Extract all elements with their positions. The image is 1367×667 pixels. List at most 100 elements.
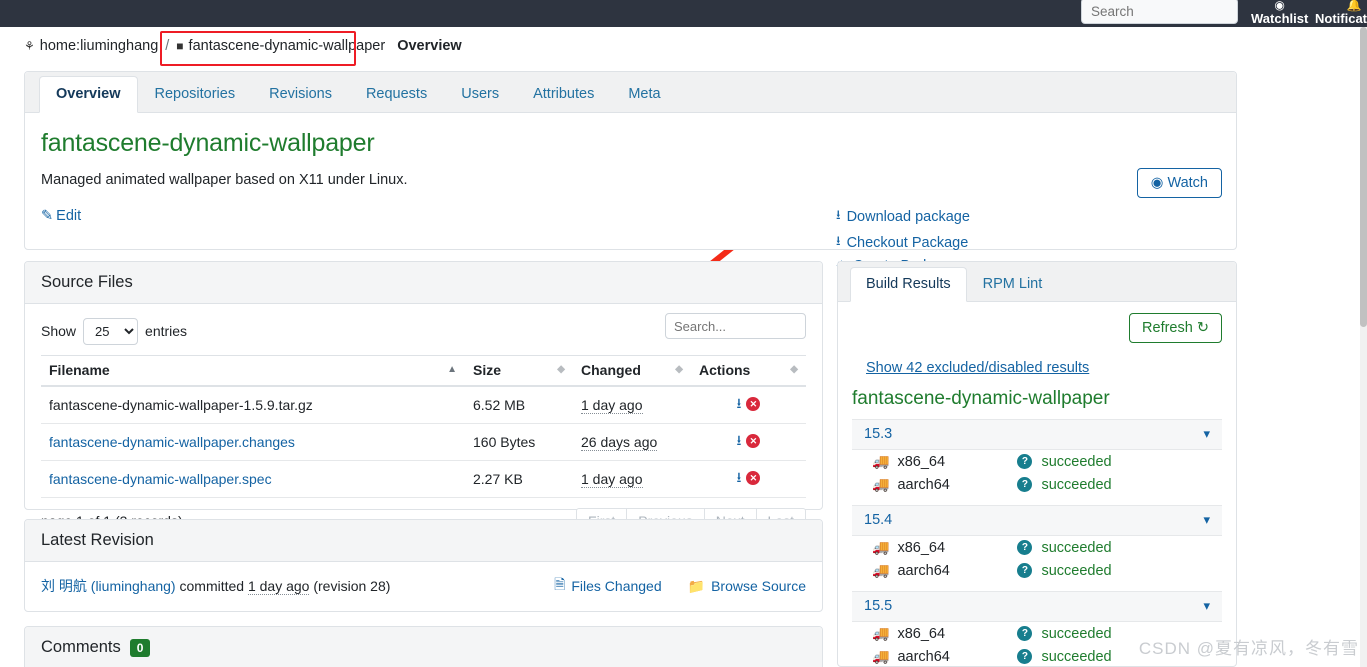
folder-icon: 📁 bbox=[687, 577, 706, 594]
tab-revisions[interactable]: Revisions bbox=[252, 76, 349, 113]
tab-build-results[interactable]: Build Results bbox=[850, 267, 967, 302]
delete-icon[interactable]: ✕ bbox=[746, 434, 761, 448]
arch-label: aarch64 bbox=[897, 648, 950, 665]
repository-name: 15.4 bbox=[864, 512, 893, 528]
eye-icon: ◉ bbox=[1150, 175, 1164, 191]
build-row[interactable]: 🚚 x86_64 ? succeeded bbox=[852, 450, 1222, 473]
download-icon: ⭳ bbox=[836, 207, 841, 222]
show-excluded-results-link[interactable]: Show 42 excluded/disabled results bbox=[866, 360, 1222, 376]
edit-link[interactable]: ✎ Edit bbox=[41, 208, 81, 224]
page-title: fantascene-dynamic-wallpaper bbox=[41, 129, 375, 157]
refresh-button[interactable]: Refresh ↻ bbox=[1129, 313, 1222, 343]
edit-label: Edit bbox=[56, 208, 82, 224]
committed-word: committed bbox=[179, 578, 245, 594]
chevron-down-icon: ▾ bbox=[1203, 426, 1210, 441]
tab-requests[interactable]: Requests bbox=[349, 76, 444, 113]
arch-label: aarch64 bbox=[897, 476, 950, 493]
filename-link[interactable]: fantascene-dynamic-wallpaper.spec bbox=[49, 471, 272, 487]
question-circle-icon[interactable]: ? bbox=[1017, 649, 1033, 664]
column-label: Size bbox=[473, 362, 502, 378]
watch-label: Watch bbox=[1167, 175, 1208, 191]
repository-header-15-3[interactable]: 15.3 ▾ bbox=[852, 419, 1222, 450]
column-header-filename[interactable]: Filename ▲ bbox=[41, 355, 465, 387]
column-header-actions[interactable]: Actions ◆ bbox=[691, 355, 806, 387]
source-files-search-input[interactable] bbox=[665, 313, 806, 339]
sort-arrow-icon: ◆ bbox=[790, 364, 798, 375]
question-circle-icon[interactable]: ? bbox=[1017, 563, 1033, 578]
revision-summary: 刘 明航 (liuminghang) committed 1 day ago (… bbox=[41, 576, 390, 596]
files-changed-link[interactable]: 🗎 Files Changed bbox=[554, 574, 662, 598]
column-label: Actions bbox=[699, 362, 751, 378]
tab-meta[interactable]: Meta bbox=[611, 76, 677, 113]
tab-rpm-lint[interactable]: RPM Lint bbox=[967, 267, 1059, 302]
cell-filename: fantascene-dynamic-wallpaper.changes bbox=[41, 423, 465, 461]
build-results-tabs: Build Results RPM Lint bbox=[838, 262, 1236, 302]
tab-attributes[interactable]: Attributes bbox=[516, 76, 611, 113]
build-row[interactable]: 🚚 aarch64 ? succeeded bbox=[852, 559, 1222, 582]
table-row: fantascene-dynamic-wallpaper.spec 2.27 K… bbox=[41, 460, 806, 498]
revision-author-link[interactable]: 刘 明航 (liuminghang) bbox=[41, 578, 176, 594]
delete-icon[interactable]: ✕ bbox=[746, 471, 761, 485]
build-status: succeeded bbox=[1041, 625, 1112, 642]
page-size-select[interactable]: 25 50 100 bbox=[83, 317, 139, 345]
browse-source-link[interactable]: 📁 Browse Source bbox=[688, 574, 806, 598]
cell-actions: ⭳ ✕ bbox=[691, 386, 806, 424]
watch-button[interactable]: ◉ Watch bbox=[1136, 168, 1222, 198]
question-circle-icon[interactable]: ? bbox=[1017, 477, 1033, 492]
breadcrumb-project-link[interactable]: home:liuminghang bbox=[40, 38, 159, 54]
filename-text: fantascene-dynamic-wallpaper-1.5.9.tar.g… bbox=[49, 397, 313, 413]
navbar-notifications-link[interactable]: 🔔 Notifications bbox=[1315, 0, 1367, 25]
download-package-label: Download package bbox=[846, 209, 970, 225]
scrollbar-thumb[interactable] bbox=[1360, 27, 1367, 327]
download-icon[interactable]: ⭳ bbox=[737, 432, 742, 448]
repository-header-15-5[interactable]: 15.5 ▾ bbox=[852, 591, 1222, 622]
latest-revision-card: Latest Revision 刘 明航 (liuminghang) commi… bbox=[24, 519, 823, 612]
breadcrumb-package-link[interactable]: fantascene-dynamic-wallpaper bbox=[189, 38, 386, 54]
project-icon: ⚘ bbox=[24, 39, 35, 53]
table-header-row: Filename ▲ Size ◆ Changed ◆ Actions ◆ bbox=[41, 355, 806, 387]
package-description: Managed animated wallpaper based on X11 … bbox=[41, 172, 408, 188]
checkout-package-link[interactable]: ⭳ Checkout Package bbox=[836, 232, 970, 254]
tab-overview[interactable]: Overview bbox=[39, 76, 138, 113]
sort-arrow-icon: ◆ bbox=[557, 364, 565, 375]
arch-label: x86_64 bbox=[897, 539, 946, 556]
navbar-watchlist-link[interactable]: ◉ Watchlist bbox=[1251, 0, 1308, 25]
cell-size: 2.27 KB bbox=[465, 460, 573, 498]
table-row: fantascene-dynamic-wallpaper.changes 160… bbox=[41, 423, 806, 461]
comments-card: Comments 0 bbox=[24, 626, 823, 667]
question-circle-icon[interactable]: ? bbox=[1017, 626, 1033, 641]
build-results-card: Build Results RPM Lint Refresh ↻ Show 42… bbox=[837, 261, 1237, 667]
source-files-card: Source Files Show 25 50 100 entries File… bbox=[24, 261, 823, 564]
build-status: succeeded bbox=[1041, 476, 1112, 493]
files-changed-label: Files Changed bbox=[571, 578, 662, 594]
download-icon[interactable]: ⭳ bbox=[737, 469, 742, 485]
question-circle-icon[interactable]: ? bbox=[1017, 454, 1033, 469]
repository-name: 15.3 bbox=[864, 426, 893, 442]
download-package-link[interactable]: ⭳ Download package bbox=[836, 206, 970, 228]
build-status: succeeded bbox=[1041, 648, 1112, 665]
browse-source-label: Browse Source bbox=[711, 578, 806, 594]
navbar-notifications-label: Notifications bbox=[1315, 11, 1367, 26]
delete-icon[interactable]: ✕ bbox=[746, 397, 761, 411]
question-circle-icon[interactable]: ? bbox=[1017, 540, 1033, 555]
column-header-changed[interactable]: Changed ◆ bbox=[573, 355, 691, 387]
build-row[interactable]: 🚚 x86_64 ? succeeded bbox=[852, 536, 1222, 559]
time-ago: 1 day ago bbox=[581, 397, 643, 414]
repository-header-15-4[interactable]: 15.4 ▾ bbox=[852, 505, 1222, 536]
column-header-size[interactable]: Size ◆ bbox=[465, 355, 573, 387]
page-scrollbar[interactable] bbox=[1360, 27, 1367, 667]
filename-link[interactable]: fantascene-dynamic-wallpaper.changes bbox=[49, 434, 295, 450]
download-icon[interactable]: ⭳ bbox=[737, 395, 742, 411]
table-row: fantascene-dynamic-wallpaper-1.5.9.tar.g… bbox=[41, 386, 806, 424]
tab-users[interactable]: Users bbox=[444, 76, 516, 113]
cell-size: 160 Bytes bbox=[465, 423, 573, 461]
source-files-title: Source Files bbox=[25, 262, 822, 304]
build-row[interactable]: 🚚 aarch64 ? succeeded bbox=[852, 473, 1222, 496]
cell-filename: fantascene-dynamic-wallpaper.spec bbox=[41, 460, 465, 498]
navbar-watchlist-label: Watchlist bbox=[1251, 11, 1309, 26]
global-search-input[interactable] bbox=[1081, 0, 1238, 24]
cell-actions: ⭳ ✕ bbox=[691, 423, 806, 461]
repository-name: 15.5 bbox=[864, 598, 893, 614]
truck-icon: 🚚 bbox=[872, 539, 890, 555]
tab-repositories[interactable]: Repositories bbox=[138, 76, 253, 113]
